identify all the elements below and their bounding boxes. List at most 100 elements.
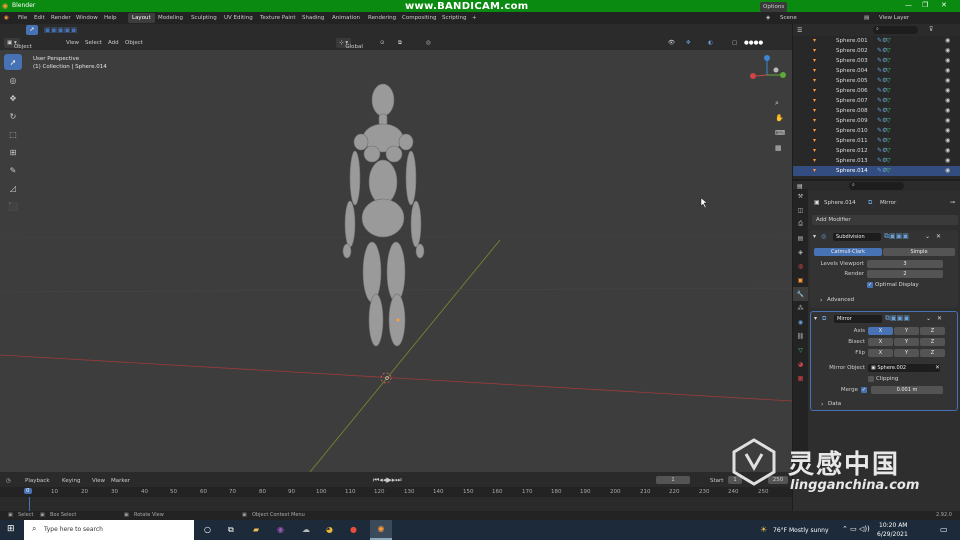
clipping-checkbox[interactable] <box>868 376 874 382</box>
add-workspace-button[interactable]: + <box>472 15 477 21</box>
eye-icon[interactable]: ◉ <box>945 116 950 126</box>
eye-icon[interactable]: ◉ <box>945 156 950 166</box>
menu-help[interactable]: Help <box>104 15 117 21</box>
outliner-item[interactable]: ▾ Sphere.006 ✎⚙ ▽ ◉ <box>793 86 960 96</box>
add-cube-tool-icon[interactable]: ⬛ <box>4 198 22 214</box>
particles-tab-icon[interactable]: ⁂ <box>793 301 808 315</box>
weather-text[interactable]: 76°F Mostly sunny <box>773 527 829 534</box>
frame-ruler[interactable]: 0 10 20 30 40 50 60 70 80 90 100 110 120… <box>0 487 792 497</box>
tab-scripting[interactable]: Scripting <box>438 13 470 23</box>
playback-menu[interactable]: Playback <box>25 478 50 484</box>
tab-modeling[interactable]: Modeling <box>154 13 187 23</box>
eye-icon[interactable]: ◉ <box>945 136 950 146</box>
maximize-button[interactable]: ❐ <box>922 1 928 9</box>
bisect-x-toggle[interactable]: X <box>868 338 893 346</box>
select-mode-icons[interactable]: ▣▣▣▣▣ <box>44 26 77 34</box>
flip-x-toggle[interactable]: X <box>868 349 893 357</box>
constraints-tab-icon[interactable]: ⛓ <box>793 329 808 343</box>
eye-icon[interactable]: ◉ <box>945 106 950 116</box>
marker-menu[interactable]: Marker <box>111 478 130 484</box>
pan-hand-icon[interactable]: ✋ <box>775 111 787 126</box>
outliner-item[interactable]: ▾ Sphere.003 ✎⚙ ▽ ◉ <box>793 56 960 66</box>
viewport-menu-select[interactable]: Select <box>85 40 102 46</box>
view-layer-selector[interactable]: View Layer <box>879 15 909 21</box>
outliner-item[interactable]: ▾ Sphere.005 ✎⚙ ▽ ◉ <box>793 76 960 86</box>
eye-icon[interactable]: ◉ <box>945 86 950 96</box>
menu-render[interactable]: Render <box>51 15 71 21</box>
file-explorer-icon[interactable]: ▰ <box>253 525 259 534</box>
timeline-type-icon[interactable]: ◷ <box>6 478 11 484</box>
outliner-item[interactable]: ▾ Sphere.004 ✎⚙ ▽ ◉ <box>793 66 960 76</box>
zoom-icon[interactable]: ⌕ <box>775 96 787 111</box>
pivot-icon[interactable]: ⊙ <box>380 40 385 46</box>
outliner-item[interactable]: ▾ Sphere.009 ✎⚙ ▽ ◉ <box>793 116 960 126</box>
subdivision-name-field[interactable]: Subdivision <box>833 233 881 241</box>
menu-window[interactable]: Window <box>76 15 98 21</box>
dropdown-arrow-icon[interactable]: ⌄ <box>926 315 931 322</box>
eye-icon[interactable]: ◉ <box>945 76 950 86</box>
outliner-item[interactable]: ▾ Sphere.002 ✎⚙ ▽ ◉ <box>793 46 960 56</box>
tab-uv-editing[interactable]: UV Editing <box>220 13 257 23</box>
clear-object-icon[interactable]: ✕ <box>935 364 940 371</box>
material-tab-icon[interactable]: ◕ <box>793 357 808 371</box>
viewport-menu-add[interactable]: Add <box>108 40 119 46</box>
tool-tab-icon[interactable]: ⚒ <box>793 189 808 203</box>
proportional-edit-icon[interactable]: ◎ <box>426 40 431 46</box>
playback-controls-icons[interactable]: ⏮◂◂▶▸⏭ <box>373 476 402 485</box>
remove-modifier-icon[interactable]: ✕ <box>936 233 941 240</box>
tab-shading[interactable]: Shading <box>298 13 328 23</box>
axis-y-toggle[interactable]: Y <box>894 327 919 335</box>
outliner-item-selected[interactable]: ▾ Sphere.014 ✎⚙ ▽ ◉ <box>793 166 960 176</box>
rotate-tool-icon[interactable]: ↻ <box>4 108 22 124</box>
keying-menu[interactable]: Keying <box>62 478 80 484</box>
task-view-icon[interactable]: ⧉ <box>228 525 234 535</box>
modifier-display-icons[interactable]: ⧉▣▣▣ <box>884 232 909 241</box>
eye-icon[interactable]: ◉ <box>945 96 950 106</box>
advanced-arrow-icon[interactable]: › <box>820 297 822 304</box>
render-tab-icon[interactable]: ◫ <box>793 203 808 217</box>
outliner-item[interactable]: ▾ Sphere.012 ✎⚙ ▽ ◉ <box>793 146 960 156</box>
modifier-display-icons[interactable]: ⧉▣▣▣ <box>885 314 910 323</box>
annotate-tool-icon[interactable]: ✎ <box>4 162 22 178</box>
levels-viewport-field[interactable]: 3 <box>867 260 943 268</box>
view-menu[interactable]: View <box>92 478 105 484</box>
output-tab-icon[interactable]: ⎙ <box>793 217 808 231</box>
add-modifier-dropdown[interactable]: Add Modifier <box>812 215 958 225</box>
outliner-item[interactable]: ▾ Sphere.007 ✎⚙ ▽ ◉ <box>793 96 960 106</box>
xray-icon[interactable]: ▢ <box>732 40 737 46</box>
filter-icon[interactable]: ⊽ <box>929 26 933 33</box>
catmull-clark-option[interactable]: Catmull-Clark <box>814 248 882 256</box>
menu-edit[interactable]: Edit <box>34 15 45 21</box>
object-mode-dropdown[interactable]: ▣ Object Mode ▾ <box>4 38 32 60</box>
transform-tool-icon[interactable]: ⊞ <box>4 144 22 160</box>
flip-z-toggle[interactable]: Z <box>920 349 945 357</box>
flip-y-toggle[interactable]: Y <box>894 349 919 357</box>
app-icon-1[interactable]: ◉ <box>277 525 284 534</box>
eye-icon[interactable]: ◉ <box>945 166 950 176</box>
chrome-icon[interactable]: ◕ <box>326 525 333 534</box>
current-frame-marker[interactable]: 0 <box>24 488 32 494</box>
menu-file[interactable]: File <box>18 15 27 21</box>
scale-tool-icon[interactable]: ⬚ <box>4 126 22 142</box>
minimize-button[interactable]: — <box>905 1 912 9</box>
tab-animation[interactable]: Animation <box>328 13 364 23</box>
modifier-tab-icon[interactable]: 🔧 <box>793 287 808 301</box>
merge-distance-field[interactable]: 0.001 m <box>871 386 943 394</box>
outliner-item[interactable]: ▾ Sphere.001 ✎⚙ ▽ ◉ <box>793 36 960 46</box>
view-layer-icon[interactable]: ▤ <box>864 15 869 21</box>
outliner-item[interactable]: ▾ Sphere.011 ✎⚙ ▽ ◉ <box>793 136 960 146</box>
advanced-subpanel[interactable]: Advanced <box>827 297 854 303</box>
measure-tool-icon[interactable]: ◿ <box>4 180 22 196</box>
tab-compositing[interactable]: Compositing <box>398 13 440 23</box>
shading-solid-icon[interactable]: ●●●● <box>744 40 763 46</box>
current-frame-field[interactable]: 1 <box>656 476 690 484</box>
data-tab-icon[interactable]: ▽ <box>793 343 808 357</box>
outliner-item[interactable]: ▾ Sphere.013 ✎⚙ ▽ ◉ <box>793 156 960 166</box>
render-levels-field[interactable]: 2 <box>867 270 943 278</box>
overlay-toggle-icon[interactable]: ◐ <box>708 40 713 46</box>
outliner-type-icon[interactable]: ☰ <box>797 27 802 34</box>
eye-icon[interactable]: ◉ <box>945 126 950 136</box>
eye-icon[interactable]: ◉ <box>945 56 950 66</box>
cortana-icon[interactable]: ○ <box>204 525 211 534</box>
playhead-line[interactable] <box>29 497 30 512</box>
